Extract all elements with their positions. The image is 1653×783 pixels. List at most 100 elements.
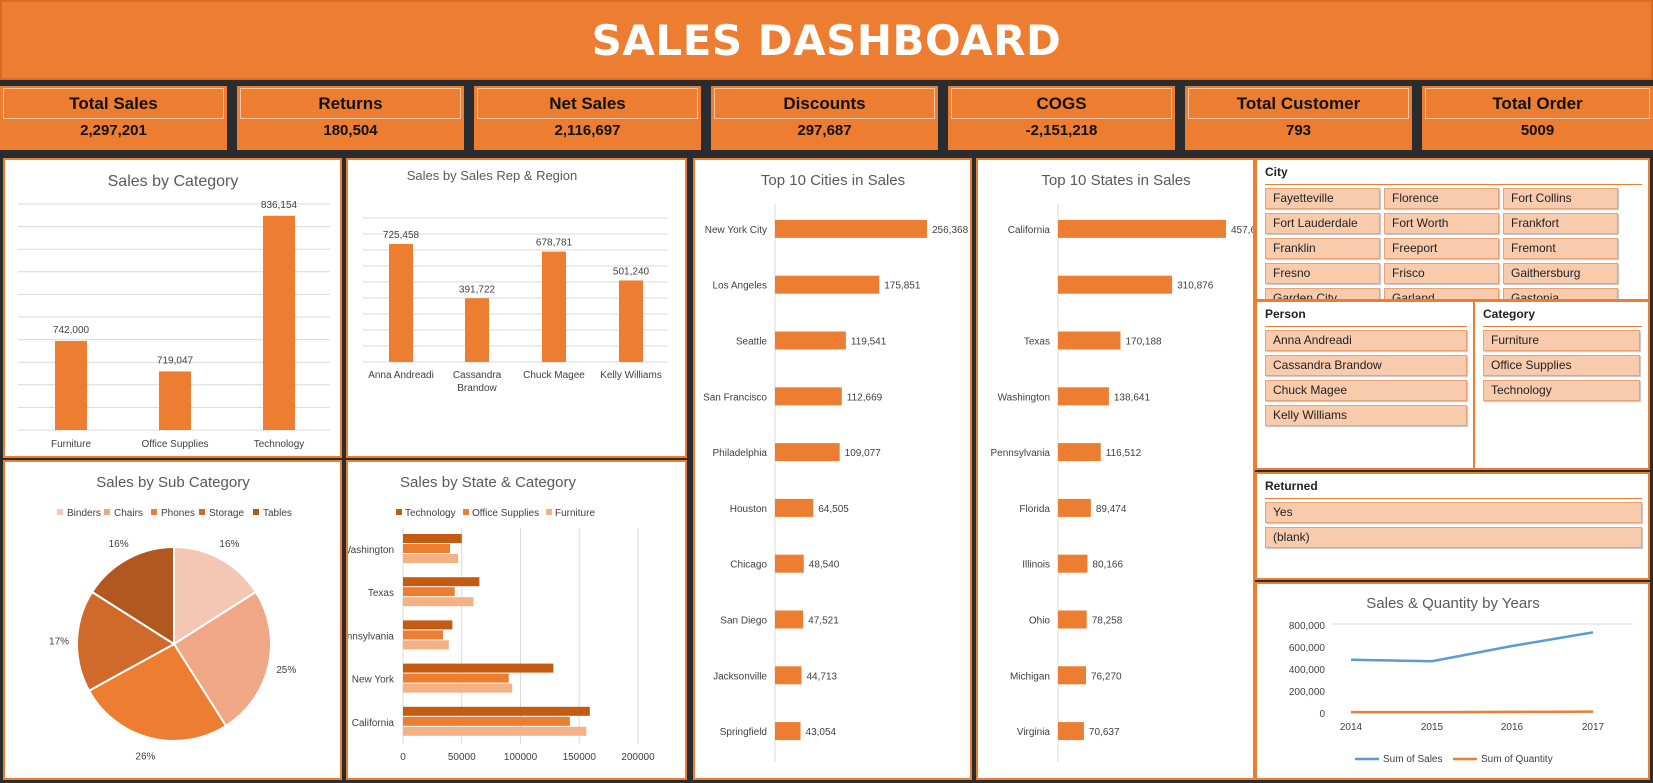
- bar-technology: [403, 620, 453, 630]
- data-label: 76,270: [1091, 671, 1122, 682]
- slicer-item[interactable]: Fayetteville: [1265, 188, 1380, 209]
- kpi-card: COGS -2,151,218: [948, 86, 1175, 150]
- bar-technology: [403, 663, 554, 673]
- slicer-item[interactable]: (blank): [1265, 527, 1642, 548]
- line-sum-of-sales: [1350, 631, 1594, 663]
- slicer-item[interactable]: Fort Collins: [1503, 188, 1618, 209]
- kpi-card: Total Sales 2,297,201: [0, 86, 227, 150]
- bar-rank-1: [1058, 219, 1226, 238]
- slicer-item[interactable]: Garland: [1384, 288, 1499, 299]
- y-tick-label: Springfield: [720, 727, 767, 738]
- slicer-item[interactable]: Kelly Williams: [1265, 405, 1467, 426]
- legend-label: Office Supplies: [472, 508, 539, 519]
- bar-furniture: [403, 683, 513, 693]
- data-label: 44,713: [807, 671, 838, 682]
- bar-office-supplies: [159, 371, 191, 430]
- slicer-item[interactable]: Anna Andreadi: [1265, 330, 1467, 351]
- slicer-item[interactable]: Fresno: [1265, 263, 1380, 284]
- x-tick-label: 150000: [563, 752, 597, 763]
- data-label: 310,876: [1177, 281, 1214, 292]
- data-label: 26%: [135, 751, 155, 762]
- data-label: 256,368: [932, 225, 969, 236]
- y-tick-label: California: [1008, 225, 1051, 236]
- slicer-item[interactable]: Office Supplies: [1483, 355, 1640, 376]
- kpi-value: 297,687: [797, 122, 852, 139]
- data-label: 175,851: [884, 281, 921, 292]
- y-tick-label: Jacksonville: [713, 671, 767, 682]
- x-tick-label: Cassandra Brandow: [453, 370, 502, 394]
- slicer-item[interactable]: Gastonia: [1503, 288, 1618, 299]
- slicer-returned-items: Yes (blank): [1257, 502, 1648, 578]
- data-label: 742,000: [53, 325, 90, 336]
- bar-rank-7: [775, 554, 804, 573]
- slicer-item[interactable]: Fremont: [1503, 238, 1618, 259]
- data-label: 501,240: [613, 266, 650, 277]
- y-tick-label: 200,000: [1289, 687, 1326, 698]
- x-tick-label: 0: [400, 752, 406, 763]
- bar-rank-5: [775, 443, 840, 462]
- slicer-item[interactable]: Garden City: [1265, 288, 1380, 299]
- slicer-item[interactable]: Florence: [1384, 188, 1499, 209]
- x-tick-label: 2015: [1421, 722, 1444, 733]
- dashboard-title-bar: SALES DASHBOARD: [0, 0, 1653, 80]
- legend-label: Sum of Quantity: [1481, 754, 1553, 765]
- kpi-value: 180,504: [323, 122, 378, 139]
- bar-furniture: [403, 640, 449, 650]
- data-label: 138,641: [1114, 392, 1151, 403]
- slicer-category-title: Category: [1483, 307, 1536, 321]
- legend-swatch: [253, 509, 259, 515]
- data-label: 119,541: [851, 337, 887, 348]
- kpi-value: 2,297,201: [80, 122, 147, 139]
- bar-rank-9: [1058, 666, 1086, 685]
- kpi-value: 5009: [1520, 122, 1555, 139]
- slicer-item[interactable]: Franklin: [1265, 238, 1380, 259]
- x-tick-label: 2017: [1582, 722, 1605, 733]
- slicer-item[interactable]: Fort Worth: [1384, 213, 1499, 234]
- bar-furniture: [55, 340, 87, 430]
- x-tick-label: Anna Andreadi: [368, 370, 434, 381]
- dashboard-title: SALES DASHBOARD: [591, 15, 1062, 65]
- bar-rank-8: [775, 610, 804, 629]
- chart-title: Top 10 Cities in Sales: [761, 172, 905, 189]
- data-label: 64,505: [818, 504, 849, 515]
- y-tick-label: 800,000: [1289, 621, 1326, 632]
- y-tick-label: 600,000: [1289, 643, 1326, 654]
- x-tick-label: Kelly Williams: [600, 370, 662, 381]
- legend-swatch: [396, 509, 402, 515]
- slicer-item[interactable]: Chuck Magee: [1265, 380, 1467, 401]
- slicer-item[interactable]: Technology: [1483, 380, 1640, 401]
- legend-label: Furniture: [555, 508, 595, 519]
- bar-rank-3: [1058, 331, 1121, 350]
- legend-swatch: [104, 509, 110, 515]
- data-label: 719,047: [157, 355, 194, 366]
- kpi-label: Total Customer: [1188, 88, 1409, 119]
- chart-top10-states: Top 10 States in Sales California 457,688 3…: [991, 172, 1253, 762]
- legend-swatch: [463, 509, 469, 515]
- panel-sales-by-sub-category: Sales by Sub Category Binders Chairs Phones…: [3, 460, 342, 780]
- slicer-item[interactable]: Cassandra Brandow: [1265, 355, 1467, 376]
- slicer-category: Category Furniture Office Supplies Technol…: [1473, 300, 1650, 470]
- bar-rank-8: [1058, 610, 1087, 629]
- data-label: 112,669: [847, 392, 883, 403]
- slicer-item[interactable]: Frisco: [1384, 263, 1499, 284]
- y-tick-label: Illinois: [1022, 560, 1050, 571]
- bar-office-supplies: [403, 673, 509, 683]
- data-label: 116,512: [1106, 448, 1142, 459]
- slicer-item[interactable]: Yes: [1265, 502, 1642, 523]
- slicer-item[interactable]: Fort Lauderdale: [1265, 213, 1380, 234]
- kpi-value: 793: [1285, 122, 1312, 139]
- slicer-city: City Fayetteville Florence Fort Collins For…: [1255, 158, 1650, 301]
- y-tick-label: Philadelphia: [713, 448, 768, 459]
- chart-title: Sales by State & Category: [400, 474, 576, 491]
- data-label: 109,077: [845, 448, 882, 459]
- slicer-item[interactable]: Frankfort: [1503, 213, 1618, 234]
- slicer-item[interactable]: Gaithersburg: [1503, 263, 1618, 284]
- y-tick-label: 400,000: [1289, 665, 1326, 676]
- legend-label: Technology: [405, 508, 456, 519]
- bar-office-supplies: [403, 716, 570, 726]
- y-tick-label: Pennsylvania: [991, 448, 1051, 459]
- legend-label: Tables: [263, 508, 292, 519]
- slicer-item[interactable]: Furniture: [1483, 330, 1640, 351]
- slicer-item[interactable]: Freeport: [1384, 238, 1499, 259]
- data-label: 25%: [276, 665, 296, 676]
